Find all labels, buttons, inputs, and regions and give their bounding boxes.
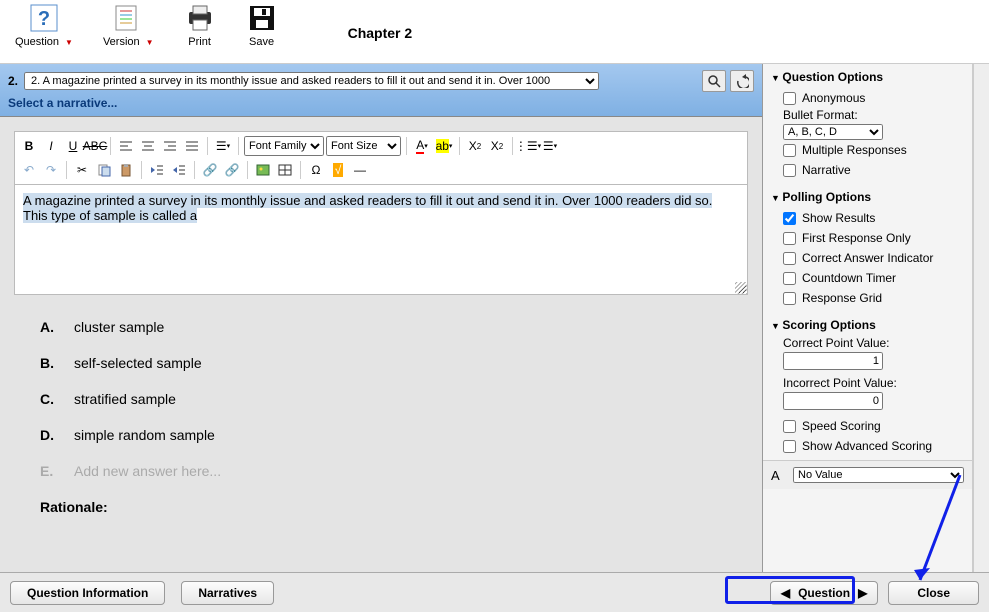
undo-button[interactable] (730, 70, 754, 92)
prev-question-icon: ◀ (781, 586, 790, 600)
editor-textarea[interactable]: A magazine printed a survey in its month… (14, 185, 748, 295)
copy-button[interactable] (94, 160, 114, 180)
symbol-button[interactable]: Ω (306, 160, 326, 180)
question-information-button[interactable]: Question Information (10, 581, 165, 605)
chapter-title: Chapter 2 (348, 25, 413, 41)
correct-point-label: Correct Point Value: (771, 336, 964, 350)
superscript-button[interactable]: X2 (487, 136, 507, 156)
countdown-checkbox[interactable] (783, 272, 796, 285)
answer-row[interactable]: B.self-selected sample (40, 355, 732, 371)
search-button[interactable] (702, 70, 726, 92)
multiple-responses-checkbox[interactable] (783, 144, 796, 157)
scoring-options-header[interactable]: Scoring Options (771, 318, 964, 332)
indent-button[interactable] (169, 160, 189, 180)
font-family-select[interactable]: Font Family (244, 136, 324, 156)
question-menu-label: Question (15, 36, 59, 48)
svg-text:?: ? (38, 8, 50, 30)
next-question-icon: ▶ (858, 586, 867, 600)
unlink-button[interactable]: 🔗 (222, 160, 242, 180)
outdent-button[interactable] (147, 160, 167, 180)
resize-handle[interactable] (735, 282, 747, 294)
left-column: 2. 2. A magazine printed a survey in its… (0, 64, 763, 572)
undo-editor-button[interactable]: ↶ (19, 160, 39, 180)
bold-button[interactable]: B (19, 136, 39, 156)
answer-value-letter: A (771, 468, 787, 483)
link-button[interactable]: 🔗 (200, 160, 220, 180)
answers-area: A.cluster sample B.self-selected sample … (0, 299, 762, 572)
editor-content: A magazine printed a survey in its month… (23, 193, 712, 223)
anonymous-checkbox[interactable] (783, 92, 796, 105)
bullet-list-button[interactable]: ⋮☰▾ (518, 136, 538, 156)
image-button[interactable] (253, 160, 273, 180)
cut-button[interactable]: ✂ (72, 160, 92, 180)
top-toolbar: ? Question ▼ Version ▼ Print Save Chapter … (0, 0, 989, 64)
highlight-button[interactable]: ab▾ (434, 136, 454, 156)
incorrect-point-input[interactable] (783, 392, 883, 410)
question-menu[interactable]: ? Question ▼ (15, 2, 73, 48)
answer-value-select[interactable]: No Value (793, 467, 964, 483)
speed-scoring-checkbox[interactable] (783, 420, 796, 433)
dropdown-arrow-icon: ▼ (146, 38, 154, 47)
incorrect-point-label: Incorrect Point Value: (771, 376, 964, 390)
answer-row-add[interactable]: E.Add new answer here... (40, 463, 732, 479)
number-list-button[interactable]: ☰▾ (540, 136, 560, 156)
editor-wrap: B I U ABC ☰▾ Font Family Font Size A▾ (0, 117, 762, 299)
line-spacing-button[interactable]: ☰▾ (213, 136, 233, 156)
align-left-button[interactable] (116, 136, 136, 156)
answer-row[interactable]: D.simple random sample (40, 427, 732, 443)
show-advanced-checkbox[interactable] (783, 440, 796, 453)
table-button[interactable] (275, 160, 295, 180)
narratives-button[interactable]: Narratives (181, 581, 274, 605)
bullet-format-label: Bullet Format: (771, 108, 964, 122)
font-color-button[interactable]: A▾ (412, 136, 432, 156)
align-justify-button[interactable] (182, 136, 202, 156)
question-select[interactable]: 2. A magazine printed a survey in its mo… (24, 72, 599, 90)
bottom-bar: Question Information Narratives ◀ Questi… (0, 572, 989, 612)
rationale-label: Rationale: (40, 499, 732, 515)
question-header: 2. 2. A magazine printed a survey in its… (0, 64, 762, 117)
italic-button[interactable]: I (41, 136, 61, 156)
question-options-header[interactable]: Question Options (771, 70, 964, 84)
right-panel: Question Options Anonymous Bullet Format… (763, 64, 973, 572)
main-area: 2. 2. A magazine printed a survey in its… (0, 64, 989, 572)
close-button[interactable]: Close (888, 581, 979, 605)
scrollbar[interactable] (973, 64, 989, 572)
underline-button[interactable]: U (63, 136, 83, 156)
show-results-checkbox[interactable] (783, 212, 796, 225)
save-icon (246, 2, 278, 34)
version-icon (112, 2, 144, 34)
polling-options-header[interactable]: Polling Options (771, 190, 964, 204)
font-size-select[interactable]: Font Size (326, 136, 401, 156)
align-center-button[interactable] (138, 136, 158, 156)
answer-row[interactable]: A.cluster sample (40, 319, 732, 335)
question-number: 2. (8, 74, 18, 88)
save-label: Save (249, 36, 274, 48)
correct-indicator-checkbox[interactable] (783, 252, 796, 265)
dropdown-arrow-icon: ▼ (65, 38, 73, 47)
editor-toolbar: B I U ABC ☰▾ Font Family Font Size A▾ (14, 131, 748, 185)
hr-button[interactable]: — (350, 160, 370, 180)
version-menu-label: Version (103, 36, 140, 48)
response-grid-checkbox[interactable] (783, 292, 796, 305)
print-button[interactable]: Print (184, 2, 216, 48)
paste-button[interactable] (116, 160, 136, 180)
select-narrative-link[interactable]: Select a narrative... (8, 96, 117, 110)
narrative-checkbox[interactable] (783, 164, 796, 177)
first-response-checkbox[interactable] (783, 232, 796, 245)
subscript-button[interactable]: X2 (465, 136, 485, 156)
equation-button[interactable]: √ (328, 160, 348, 180)
question-icon: ? (28, 2, 60, 34)
question-nav-button[interactable]: ◀ Question ▶ (770, 581, 878, 605)
print-label: Print (188, 36, 211, 48)
answer-row[interactable]: C.stratified sample (40, 391, 732, 407)
version-menu[interactable]: Version ▼ (103, 2, 154, 48)
strikethrough-button[interactable]: ABC (85, 136, 105, 156)
print-icon (184, 2, 216, 34)
align-right-button[interactable] (160, 136, 180, 156)
save-button[interactable]: Save (246, 2, 278, 48)
bullet-format-select[interactable]: A, B, C, D (783, 124, 883, 140)
redo-editor-button[interactable]: ↷ (41, 160, 61, 180)
answer-value-row: A No Value (763, 460, 972, 489)
correct-point-input[interactable] (783, 352, 883, 370)
